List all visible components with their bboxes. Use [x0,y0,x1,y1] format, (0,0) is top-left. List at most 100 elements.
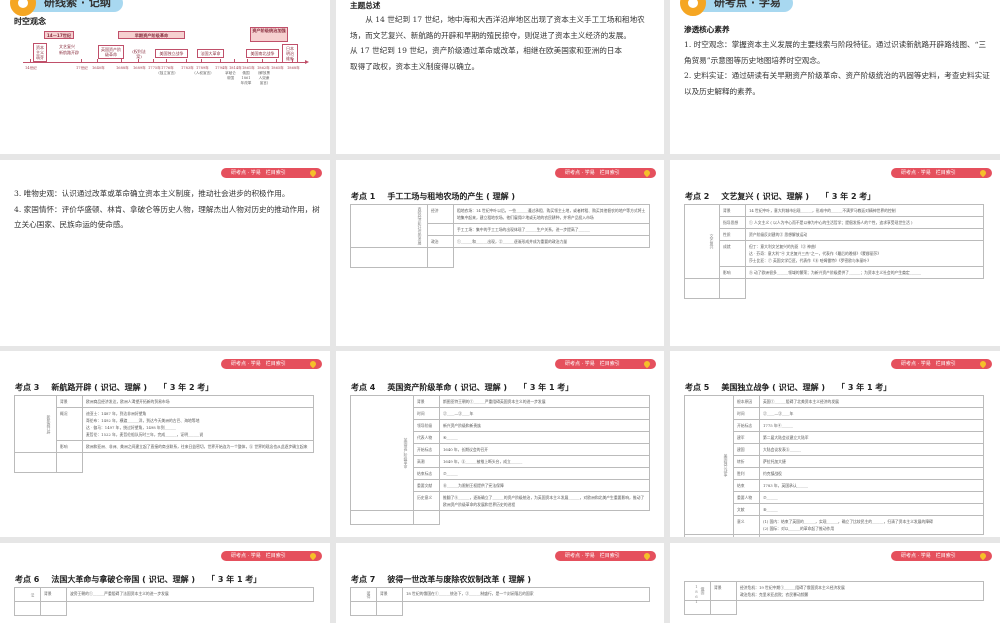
table-row: 美国独立战争 根本原因 英国①______阻碍了北美资本主义经济的发展 [684,395,984,535]
column-index-button[interactable]: 研考点 · 学易 栏目索引 [555,551,656,561]
row-label: 经济 [427,204,454,224]
section-tag-label: 研考点 · 学易 [714,0,781,9]
slide-core-literacy: 研考点 · 学易 渗透核心素养 1. 时空观念：掌握资本主义发展的主要线索与阶段… [670,0,1000,154]
row-label: 重要文献 [413,479,440,492]
row-label: 政治 [427,235,454,248]
row-content: 波旁王朝的①______严重阻碍了法国资本主义的进一步发展 [66,587,314,602]
row-label: 意义 [733,515,760,535]
literacy-item: 4. 家国情怀：评价华盛顿、林肯、拿破仑等历史人物，理解杰出人物对历史的推动作用… [14,204,320,230]
table-topic: 新航路开辟 [14,395,57,453]
kaodian-table: 新航路开辟 背景 欧洲商品经济发达，欧洲人渴望开拓新的贸易市场 概况 迪亚士：1487 … [14,395,314,473]
row-content: 英国①______阻碍了北美资本主义经济的发展 [759,395,984,408]
kaodian-heading: 考点 3 新航路开辟 ( 识记、理解 ) 「 3 年 2 考」 [15,382,225,393]
table-cell-empty [14,601,41,616]
row-label: 时间 [413,407,440,420]
column-index-button[interactable]: 研考点 · 学易 栏目索引 [555,168,656,178]
slide-summary: 主题总述 从 14 世纪到 17 世纪，地中海和大西洋沿岸地区出现了资本主义手工… [336,0,664,154]
timeline-tick-mark [186,59,187,63]
table-cell-empty [350,247,428,268]
column-index-label: 研考点 · 学易 栏目索引 [565,170,620,176]
slide-kaodian-2: 研考点 · 学易 栏目索引 考点 2 文艺复兴 ( 识记、理解 ) 「 3 年 2 考… [670,160,1000,346]
column-index-button[interactable]: 研考点 · 学易 栏目索引 [221,359,322,369]
location-pin-icon [978,359,988,369]
row-content: ⑨ 动了欧洲很多______领域的繁荣；为新兴资产阶级提供了______；为资本… [745,266,984,279]
row-content: ⑧______为限制王权提供了宪法保障 [439,479,650,492]
timeline-note: 拿破仑帝国 [225,71,236,80]
slide-kaodian-7: 研考点 · 学易 栏目索引 考点 7 彼得一世改革与废除农奴制改革 ( 理解 ) 彼得… [336,543,664,623]
row-label: 背景 [710,581,737,601]
table-row: 影响 欧洲和亚洲、非洲、美洲之间建立起了直接的商业联系，往来日益密切，世界开始连为… [15,440,314,453]
slide-kaodian-3: 研考点 · 学易 栏目索引考点 3 新航路开辟 ( 识记、理解 ) 「 3 年 2 … [0,351,330,537]
row-content: 手工工场：集中的手工工场的出现体现了______生产关系，进一步提高了_____… [453,223,650,236]
column-index-label: 研考点 · 学易 栏目索引 [231,170,286,176]
kaodian-number: 考点 2 [685,192,710,201]
location-pin-icon [978,168,988,178]
table-row: 英国资产阶级革命 背景 斯图亚特王朝的①______严重阻碍英国资本主义的进一步发展 [350,395,650,511]
row-content: 约克镇战役 [759,467,984,480]
kaodian-title: 彼得一世改革与废除农奴制改革 ( 理解 ) [387,575,532,584]
timeline-tick-mark [262,59,263,63]
timeline-note: 俄国1861年改革 [240,71,252,85]
timeline-tick-mark [30,59,31,63]
row-label: 背景 [413,395,440,408]
table-row: 新航路开辟 背景 欧洲商品经济发达，欧洲人渴望开拓新的贸易市场 [14,395,314,453]
row-content: (1) 国内：结束了英国的______，实现______，确立了比较民主的___… [759,515,984,535]
row-content: 租地农场：14 世纪中叶以后，一些______通过承租、购买领主土地，或者转租、… [453,204,650,224]
row-content: 18 世纪的俄国在①______统治下，②______制盛行，是一个封闭落后的国… [402,587,650,602]
row-label: 领导阶级 [413,419,440,432]
table-row: 西欧经济和社会的发展 经济 租地农场：14 世纪中叶以后，一些______通过承租、… [350,204,650,248]
location-pin-icon [642,359,652,369]
table-row: 文艺复兴 背景 14 世纪中叶，意大利城市出现______，形成中的______不满… [684,204,984,279]
table-cell-empty [413,510,440,525]
table-topic: 西欧经济和社会的发展 [350,204,428,248]
slide-kaodian-5: 研考点 · 学易 栏目索引 考点 5 美国独立战争 ( 识记、理解 ) 「 3 年 1… [670,351,1000,537]
row-label: 影响 [719,266,746,279]
column-index-button[interactable]: 研考点 · 学易 栏目索引 [555,359,656,369]
column-index-button[interactable]: 研考点 · 学易 栏目索引 [891,359,992,369]
row-label: 建国 [733,443,760,456]
column-index-label: 研考点 · 学易 栏目索引 [565,361,620,367]
timeline-tick-label: 17世纪 [76,66,88,70]
timeline-tick-label: 1640年 [92,66,105,70]
table-row: 性质 资产阶级反封建的② 思想解放运动 [685,228,984,241]
table-row-empty [684,534,984,537]
timeline-event: 美国南北战争 [246,49,279,58]
column-index-button[interactable]: 研考点 · 学易 栏目索引 [221,551,322,561]
slide-kaodian-4: 研考点 · 学易 栏目索引 考点 4 英国资产阶级革命 ( 识记、理解 ) 「 3 年… [336,351,664,537]
kaodian-table: 法背景 波旁王朝的①______严重阻碍了法国资本主义的进一步发展 [14,587,314,616]
exam-frequency: 「 3 年 1 考」 [519,383,574,392]
slide-timeline: 研线索 · 记纲 时空观念 14—17世纪 早期资产阶级革命 资产阶级统治加强 资本主… [0,0,330,154]
timeline-event: 法国大革命 [197,49,224,58]
timeline-tick-mark [292,59,293,63]
row-label: 指导思想 [719,216,746,229]
kaodian-table: 文艺复兴 背景 14 世纪中叶，意大利城市出现______，形成中的______不满… [684,204,984,299]
table-cell-empty [684,278,720,299]
table-topic: 英国资产阶级革命 [350,395,414,511]
row-content: 1775 年④______ [759,419,984,432]
table-row: 俄国1861 背景 经济危机：19 世纪中期①______阻碍了俄国资本主义经济发展… [684,581,984,604]
timeline-tick-label: 1688年 [116,66,129,70]
column-index-label: 研考点 · 学易 栏目索引 [901,361,956,367]
timeline-event: 新航路开辟 [57,49,85,56]
row-content: ⑦______ [439,467,650,480]
row-label: 建军 [733,431,760,444]
row-label: 根本原因 [733,395,760,408]
row-label: 重要人物 [733,491,760,504]
row-label: 文献 [733,503,760,516]
row-label: 背景 [56,395,83,408]
column-index-button[interactable]: 研考点 · 学易 栏目索引 [891,551,992,561]
timeline-tick-mark [97,59,98,63]
timeline-tick-mark [276,59,277,63]
column-index-button[interactable]: 研考点 · 学易 栏目索引 [891,168,992,178]
table-row: 成就 但丁：意大利文艺复兴的先驱（③ 神曲） 达 · 芬奇：意大利“④ 文艺复兴三… [685,240,984,267]
kaodian-table: 彼得 背景 18 世纪的俄国在①______统治下，②______制盛行，是一个封闭… [350,587,650,616]
column-index-button[interactable]: 研考点 · 学易 栏目索引 [221,168,322,178]
slide-kaodian-8: 研考点 · 学易 栏目索引俄国1861 背景 经济危机：19 世纪中期①______… [670,543,1000,623]
kaodian-table: 西欧经济和社会的发展 经济 租地农场：14 世纪中叶以后，一些______通过承租、… [350,204,650,268]
kaodian-table: 俄国1861 背景 经济危机：19 世纪中期①______阻碍了俄国资本主义经济发展… [684,581,984,615]
table-row: 法背景 波旁王朝的①______严重阻碍了法国资本主义的进一步发展 [14,587,314,602]
table-cell-empty [733,534,760,537]
row-label: 高潮 [413,455,440,468]
kaodian-table: 英国资产阶级革命 背景 斯图亚特王朝的①______严重阻碍英国资本主义的进一步发展… [350,395,650,525]
row-label: 背景 [719,204,746,217]
